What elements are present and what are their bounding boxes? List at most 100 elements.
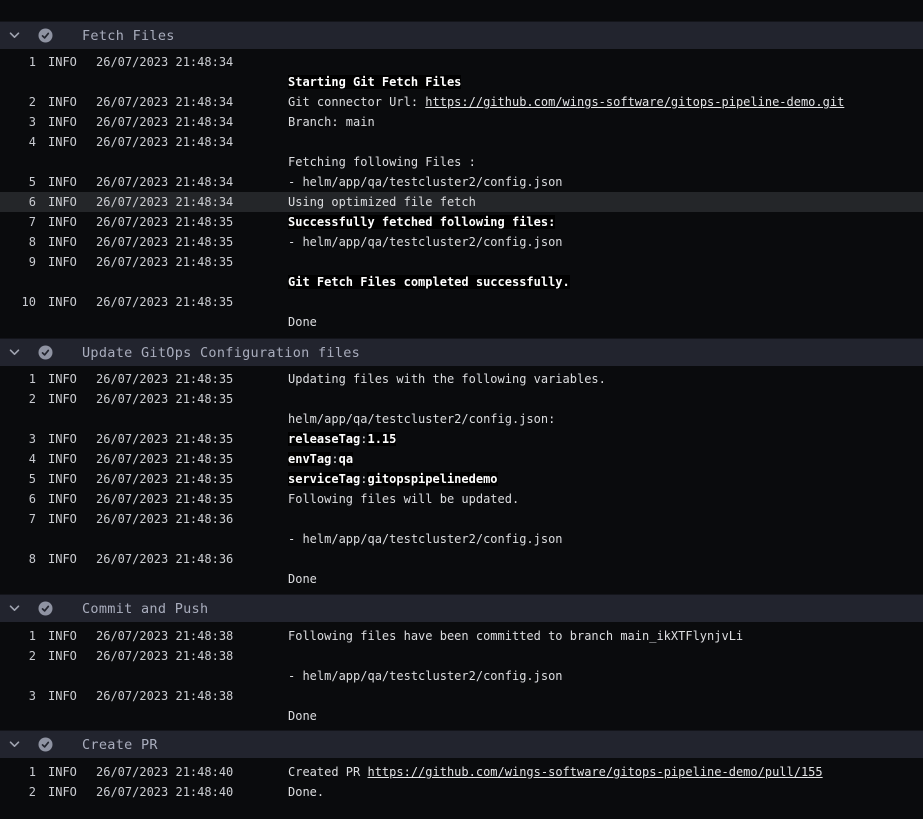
log-message: Successfully fetched following files: [288, 212, 923, 232]
timestamp: 26/07/2023 21:48:35 [96, 389, 288, 409]
log-text: Done. [288, 785, 324, 799]
log-level: INFO [36, 782, 96, 802]
log-section: Fetch Files 1INFO26/07/2023 21:48:34Start… [0, 21, 923, 338]
log-link[interactable]: https://github.com/wings-software/gitops… [425, 95, 844, 109]
timestamp: 26/07/2023 21:48:35 [96, 369, 288, 389]
log-level: INFO [36, 232, 96, 252]
line-number: 10 [0, 292, 36, 312]
log-level: INFO [36, 469, 96, 489]
log-entry[interactable]: 3INFO26/07/2023 21:48:38Done [0, 686, 923, 726]
log-level: INFO [36, 449, 96, 469]
log-entry[interactable]: 7INFO26/07/2023 21:48:36- helm/app/qa/te… [0, 509, 923, 549]
success-check-icon [38, 28, 53, 43]
log-line: serviceTag:gitopspipelinedemo [288, 469, 923, 489]
log-entry[interactable]: 8INFO26/07/2023 21:48:36Done [0, 549, 923, 589]
line-number: 5 [0, 172, 36, 192]
log-entry[interactable]: 2INFO26/07/2023 21:48:38- helm/app/qa/te… [0, 646, 923, 686]
log-line [288, 389, 923, 409]
section-header[interactable]: Update GitOps Configuration files [0, 338, 923, 366]
section-title: Commit and Push [82, 601, 208, 617]
log-entry[interactable]: 8INFO26/07/2023 21:48:35- helm/app/qa/te… [0, 232, 923, 252]
log-line: Git Fetch Files completed successfully. [288, 272, 923, 292]
log-text: Done [288, 709, 317, 723]
chevron-down-icon[interactable] [9, 349, 21, 356]
log-line: helm/app/qa/testcluster2/config.json: [288, 409, 923, 429]
log-level: INFO [36, 52, 96, 72]
log-entry[interactable]: 2INFO26/07/2023 21:48:34Git connector Ur… [0, 92, 923, 112]
log-message: Following files will be updated. [288, 489, 923, 509]
log-entry[interactable]: 1INFO26/07/2023 21:48:38Following files … [0, 626, 923, 646]
chevron-down-icon[interactable] [9, 605, 21, 612]
highlighted-text: gitopspipelinedemo [367, 472, 497, 486]
log-entry[interactable]: 3INFO26/07/2023 21:48:34Branch: main [0, 112, 923, 132]
highlighted-text: 1.15 [367, 432, 396, 446]
log-entry[interactable]: 6INFO26/07/2023 21:48:35Following files … [0, 489, 923, 509]
section-header[interactable]: Fetch Files [0, 21, 923, 49]
log-message: Done [288, 292, 923, 332]
timestamp: 26/07/2023 21:48:35 [96, 429, 288, 449]
log-entry[interactable]: 5INFO26/07/2023 21:48:34- helm/app/qa/te… [0, 172, 923, 192]
highlighted-text: serviceTag [288, 472, 360, 486]
log-entry[interactable]: 9INFO26/07/2023 21:48:35Git Fetch Files … [0, 252, 923, 292]
log-entry[interactable]: 1INFO26/07/2023 21:48:40Created PR https… [0, 762, 923, 782]
highlighted-text: releaseTag [288, 432, 360, 446]
log-line: Updating files with the following variab… [288, 369, 923, 389]
log-level: INFO [36, 509, 96, 529]
section-header[interactable]: Create PR [0, 730, 923, 758]
chevron-down-icon[interactable] [9, 741, 21, 748]
log-entry[interactable]: 4INFO26/07/2023 21:48:35envTag:qa [0, 449, 923, 469]
success-check-icon [38, 345, 53, 360]
log-entry[interactable]: 7INFO26/07/2023 21:48:35Successfully fet… [0, 212, 923, 232]
section-title: Create PR [82, 737, 158, 753]
log-entry[interactable]: 1INFO26/07/2023 21:48:34Starting Git Fet… [0, 52, 923, 92]
line-number: 3 [0, 429, 36, 449]
section-header[interactable]: Commit and Push [0, 594, 923, 622]
log-level: INFO [36, 549, 96, 569]
log-level: INFO [36, 626, 96, 646]
log-message: - helm/app/qa/testcluster2/config.json [288, 172, 923, 192]
log-entry[interactable]: 6INFO26/07/2023 21:48:34Using optimized … [0, 192, 923, 212]
log-line [288, 292, 923, 312]
log-level: INFO [36, 292, 96, 312]
log-line [288, 132, 923, 152]
log-level: INFO [36, 132, 96, 152]
log-entry[interactable]: 3INFO26/07/2023 21:48:35releaseTag:1.15 [0, 429, 923, 449]
log-message: Branch: main [288, 112, 923, 132]
line-number: 6 [0, 192, 36, 212]
log-text: Done [288, 315, 317, 329]
log-message: - helm/app/qa/testcluster2/config.json [288, 646, 923, 686]
highlighted-text: Git Fetch Files completed successfully. [288, 275, 570, 289]
log-entry[interactable]: 4INFO26/07/2023 21:48:34Fetching followi… [0, 132, 923, 172]
timestamp: 26/07/2023 21:48:34 [96, 112, 288, 132]
log-message: Created PR https://github.com/wings-soft… [288, 762, 923, 782]
line-number: 2 [0, 782, 36, 802]
log-message: Done [288, 549, 923, 589]
log-level: INFO [36, 172, 96, 192]
timestamp: 26/07/2023 21:48:34 [96, 92, 288, 112]
log-line: Following files will be updated. [288, 489, 923, 509]
log-entry[interactable]: 1INFO26/07/2023 21:48:35Updating files w… [0, 369, 923, 389]
log-section: Update GitOps Configuration files 1INFO26… [0, 338, 923, 594]
log-line: releaseTag:1.15 [288, 429, 923, 449]
log-line: Fetching following Files : [288, 152, 923, 172]
log-entry[interactable]: 2INFO26/07/2023 21:48:40Done. [0, 782, 923, 802]
log-text: helm/app/qa/testcluster2/config.json: [288, 412, 555, 426]
log-text: Git connector Url: [288, 95, 425, 109]
log-entry[interactable]: 10INFO26/07/2023 21:48:35Done [0, 292, 923, 332]
log-text: - helm/app/qa/testcluster2/config.json [288, 669, 563, 683]
log-line [288, 52, 923, 72]
log-link[interactable]: https://github.com/wings-software/gitops… [367, 765, 822, 779]
log-text: Fetching following Files : [288, 155, 476, 169]
timestamp: 26/07/2023 21:48:34 [96, 52, 288, 72]
log-entry[interactable]: 5INFO26/07/2023 21:48:35serviceTag:gitop… [0, 469, 923, 489]
timestamp: 26/07/2023 21:48:38 [96, 686, 288, 706]
log-entry[interactable]: 2INFO26/07/2023 21:48:35helm/app/qa/test… [0, 389, 923, 429]
highlighted-text: qa [339, 452, 353, 466]
timestamp: 26/07/2023 21:48:36 [96, 549, 288, 569]
timestamp: 26/07/2023 21:48:34 [96, 172, 288, 192]
section-title: Fetch Files [82, 28, 175, 44]
timestamp: 26/07/2023 21:48:35 [96, 469, 288, 489]
log-message: releaseTag:1.15 [288, 429, 923, 449]
section-body: 1INFO26/07/2023 21:48:40Created PR https… [0, 758, 923, 802]
chevron-down-icon[interactable] [9, 32, 21, 39]
